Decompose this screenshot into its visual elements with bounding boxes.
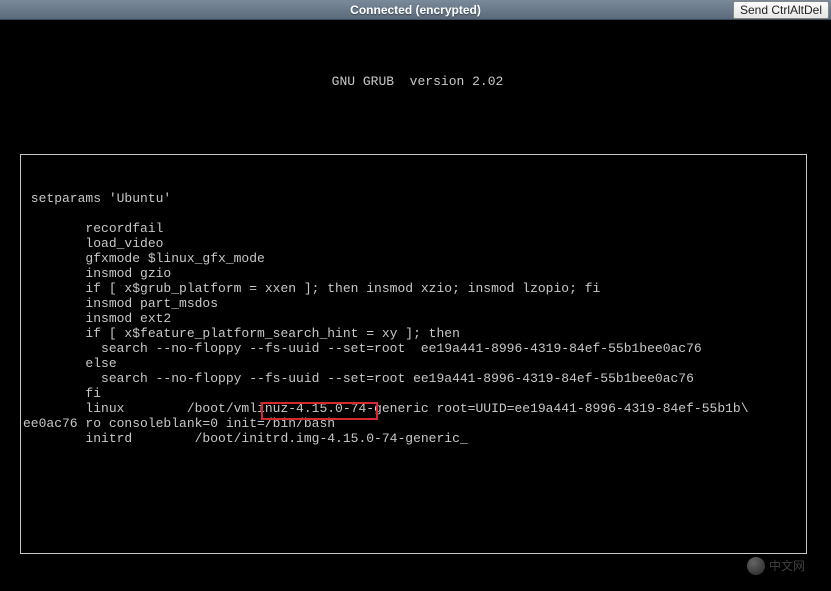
- grub-line: if [ x$feature_platform_search_hint = xy…: [23, 326, 460, 341]
- grub-line: load_video: [23, 236, 163, 251]
- grub-line: fi: [23, 386, 101, 401]
- grub-header: GNU GRUB version 2.02: [20, 74, 815, 89]
- grub-terminal[interactable]: GNU GRUB version 2.02 setparams 'Ubuntu'…: [6, 26, 817, 585]
- grub-line: search --no-floppy --fs-uuid --set=root …: [23, 371, 694, 386]
- grub-line: gfxmode $linux_gfx_mode: [23, 251, 265, 266]
- grub-line: insmod part_msdos: [23, 296, 218, 311]
- grub-editor-box[interactable]: setparams 'Ubuntu' recordfail load_video…: [20, 154, 807, 554]
- terminal-frame: GNU GRUB version 2.02 setparams 'Ubuntu'…: [0, 20, 831, 591]
- connection-status: Connected (encrypted): [350, 3, 481, 17]
- watermark-text: 中文网: [769, 559, 805, 574]
- grub-line: setparams 'Ubuntu': [23, 191, 171, 206]
- grub-line: insmod ext2: [23, 311, 171, 326]
- grub-line: ee0ac76 ro consoleblank=0 init=/bin/bash: [23, 416, 335, 431]
- watermark: 中文网: [747, 557, 805, 575]
- send-ctrlaltdel-button[interactable]: Send CtrlAltDel: [733, 1, 829, 19]
- grub-line: search --no-floppy --fs-uuid --set=root …: [23, 341, 702, 356]
- grub-line: linux /boot/vmlinuz-4.15.0-74-generic ro…: [23, 401, 749, 416]
- vnc-titlebar: Connected (encrypted) Send CtrlAltDel: [0, 0, 831, 20]
- grub-line: else: [23, 356, 117, 371]
- grub-line: insmod gzio: [23, 266, 171, 281]
- grub-line: initrd /boot/initrd.img-4.15.0-74-generi…: [23, 431, 468, 446]
- grub-line: recordfail: [23, 221, 163, 236]
- php-logo-icon: [747, 557, 765, 575]
- grub-editor-content[interactable]: setparams 'Ubuntu' recordfail load_video…: [23, 191, 804, 446]
- grub-line: if [ x$grub_platform = xxen ]; then insm…: [23, 281, 600, 296]
